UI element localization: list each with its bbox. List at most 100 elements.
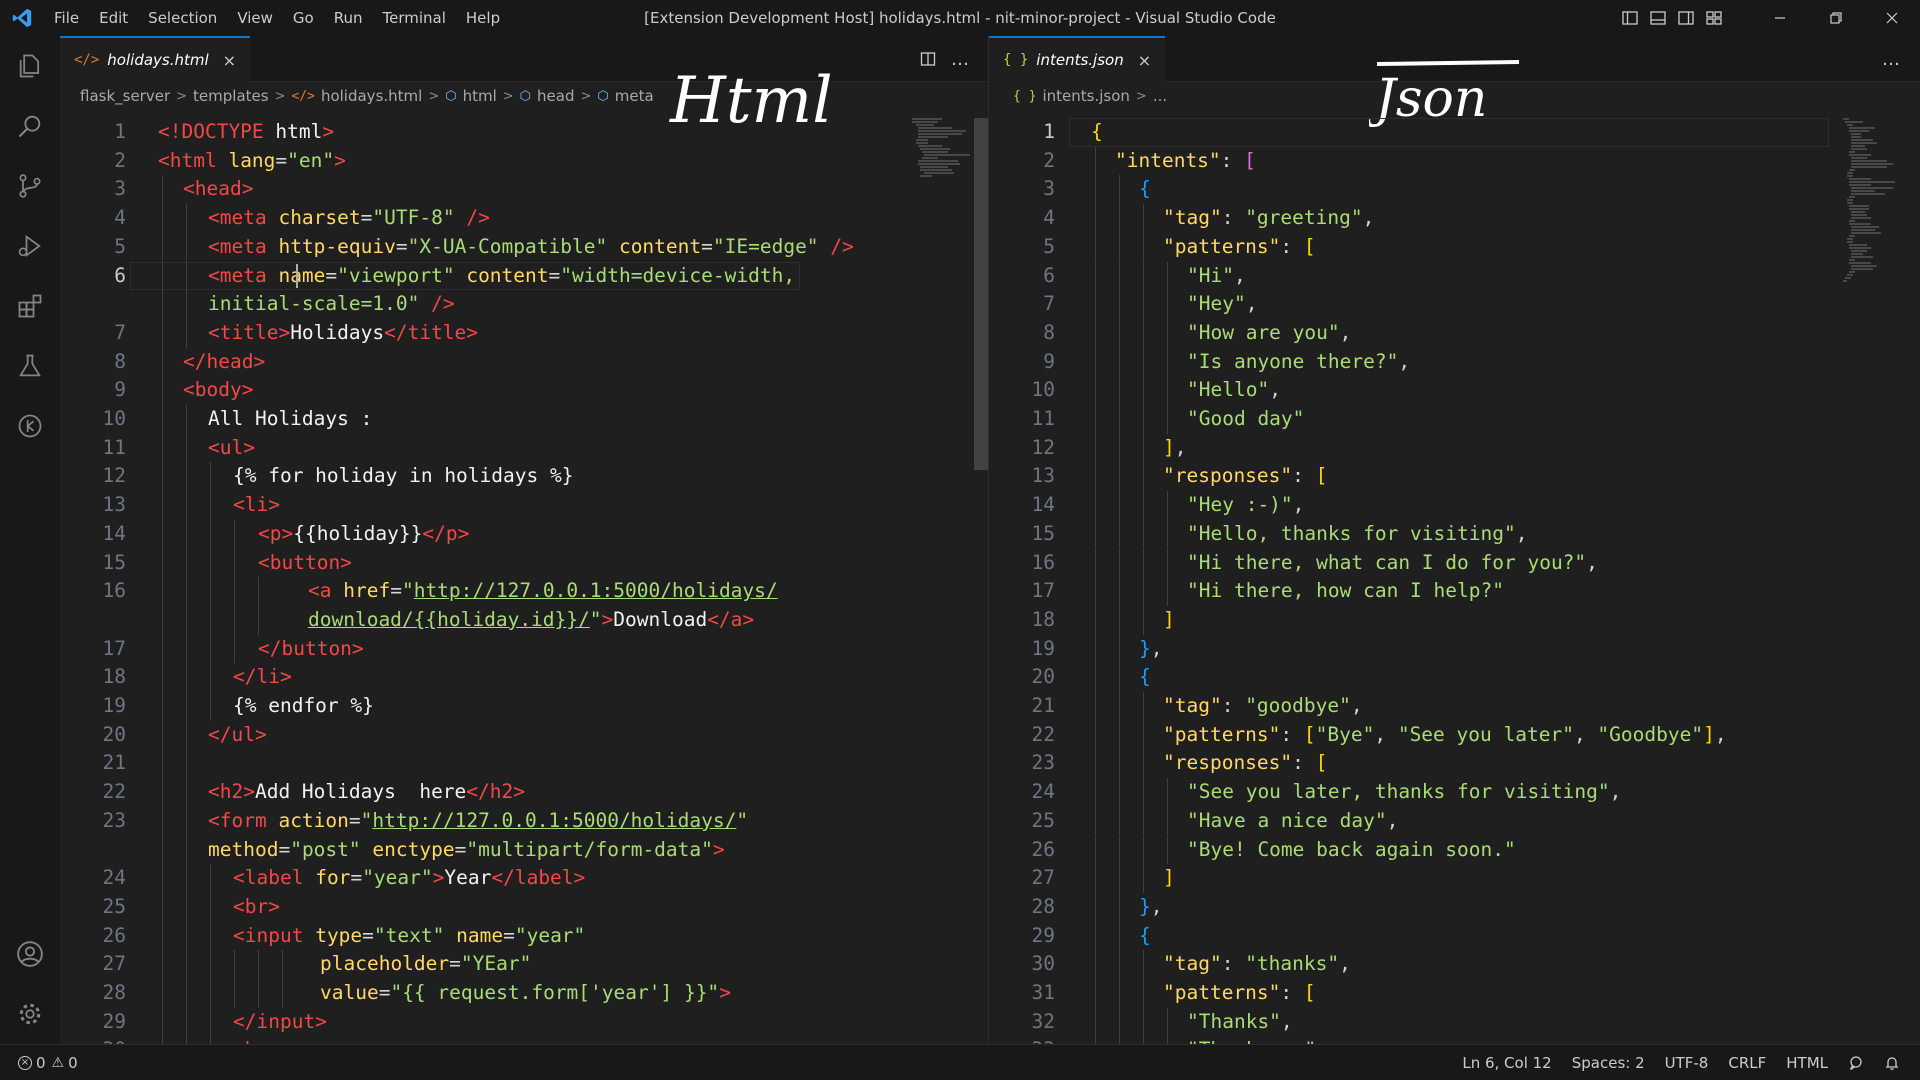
title-bar: File Edit Selection View Go Run Terminal… xyxy=(0,0,1920,36)
breadcrumb-folder[interactable]: templates xyxy=(193,87,269,105)
symbol-element-icon: ⬡ xyxy=(445,88,457,104)
breadcrumb-file-label: intents.json xyxy=(1042,87,1130,105)
cursor-position[interactable]: Ln 6, Col 12 xyxy=(1452,1045,1561,1080)
menu-selection[interactable]: Selection xyxy=(138,0,227,36)
code-line: 30<br> xyxy=(60,1036,988,1044)
code-line: 17 </button> xyxy=(60,634,988,664)
toggle-panel-icon[interactable] xyxy=(1644,0,1672,36)
accounts-icon[interactable] xyxy=(0,924,60,984)
code-line: 10 All Holidays : xyxy=(60,405,988,434)
run-debug-icon[interactable] xyxy=(0,216,60,276)
breadcrumb-symbol[interactable]: ⬡ head xyxy=(520,87,575,105)
code-line: 20 </ul> xyxy=(60,720,988,750)
window-title: [Extension Development Host] holidays.ht… xyxy=(644,9,1276,27)
code-line: 26 <input type="text" name="year" xyxy=(60,921,988,951)
editor-group-json: { } intents.json × … { } intents.json > .… xyxy=(988,36,1920,1044)
remote-icon[interactable] xyxy=(0,396,60,456)
code-line: 11 <ul> xyxy=(60,433,988,463)
menu-bar: File Edit Selection View Go Run Terminal… xyxy=(44,0,510,36)
code-line: download/{{holiday.id}}/">Download</a> xyxy=(60,605,988,635)
minimap[interactable] xyxy=(1843,118,1899,283)
toggle-primary-sidebar-icon[interactable] xyxy=(1616,0,1644,36)
menu-run[interactable]: Run xyxy=(324,0,373,36)
minimize-icon[interactable] xyxy=(1752,0,1808,36)
breadcrumb-symbol-label: head xyxy=(537,87,575,105)
search-icon[interactable] xyxy=(0,96,60,156)
json-file-icon: { } xyxy=(1013,88,1037,104)
breadcrumb-symbol[interactable]: ⬡ html xyxy=(445,87,497,105)
customize-layout-icon[interactable] xyxy=(1700,0,1728,36)
encoding[interactable]: UTF-8 xyxy=(1655,1045,1719,1080)
notifications-bell-icon[interactable] xyxy=(1874,1045,1910,1080)
code-line: 16 <a href="http://127.0.0.1:5000/holiday… xyxy=(60,577,988,606)
breadcrumb-folder[interactable]: flask_server xyxy=(80,87,170,105)
chevron-right-icon: > xyxy=(274,88,286,104)
tab-label: holidays.html xyxy=(107,51,209,69)
code-line: 9 <body> xyxy=(60,376,988,405)
more-actions-icon[interactable]: … xyxy=(944,36,976,82)
error-count: 0 xyxy=(36,1054,46,1072)
code-line: 8 </head> xyxy=(60,347,988,377)
more-actions-icon[interactable]: … xyxy=(1875,36,1907,82)
explorer-icon[interactable] xyxy=(0,36,60,96)
close-tab-icon[interactable]: × xyxy=(223,51,236,70)
breadcrumb-symbol-label: html xyxy=(462,87,497,105)
code-line: 25 <br> xyxy=(60,892,988,922)
vscode-logo-icon xyxy=(0,0,44,36)
breadcrumb-file[interactable]: { } intents.json xyxy=(1013,87,1130,105)
end-of-line[interactable]: CRLF xyxy=(1718,1045,1776,1080)
code-line: 13 <li> xyxy=(60,491,988,520)
activity-bar xyxy=(0,36,60,1044)
editor-group-html: </> holidays.html × … flask_server > tem… xyxy=(60,36,988,1044)
breadcrumb-file[interactable]: </> holidays.html xyxy=(291,87,422,105)
code-line: 5 <meta http-equiv="X-UA-Compatible" cont… xyxy=(60,232,988,262)
menu-go[interactable]: Go xyxy=(283,0,324,36)
testing-icon[interactable] xyxy=(0,336,60,396)
code-line: 4 <meta charset="UTF-8" /> xyxy=(60,204,988,233)
menu-edit[interactable]: Edit xyxy=(89,0,138,36)
indentation[interactable]: Spaces: 2 xyxy=(1562,1045,1655,1080)
close-tab-icon[interactable]: × xyxy=(1138,51,1151,70)
html-file-icon: </> xyxy=(74,52,100,68)
code-line: 7 <title>Holidays</title> xyxy=(60,318,988,348)
close-window-icon[interactable] xyxy=(1864,0,1920,36)
breadcrumb-symbol[interactable]: ... xyxy=(1153,87,1167,105)
vertical-scrollbar[interactable] xyxy=(974,118,988,470)
code-line: 14 <p>{{holiday}}</p> xyxy=(60,519,988,549)
tab-holidays-html[interactable]: </> holidays.html × xyxy=(60,36,251,82)
breadcrumb-symbol-label: meta xyxy=(614,87,654,105)
toggle-secondary-sidebar-icon[interactable] xyxy=(1672,0,1700,36)
code-line: 12 {% for holiday in holidays %} xyxy=(60,462,988,492)
code-line: 2 <html lang="en"> xyxy=(114,148,346,172)
menu-file[interactable]: File xyxy=(44,0,89,36)
minimap[interactable] xyxy=(912,118,970,178)
source-control-icon[interactable] xyxy=(0,156,60,216)
status-bar: × 0 ⚠ 0 Ln 6, Col 12 Spaces: 2 UTF-8 CRL… xyxy=(0,1044,1920,1080)
code-line: 28 value="{{ request.form['year'] }}"> xyxy=(60,979,988,1008)
feedback-icon[interactable] xyxy=(1838,1045,1874,1080)
menu-terminal[interactable]: Terminal xyxy=(373,0,456,36)
chevron-right-icon: > xyxy=(176,88,188,104)
breadcrumb-symbol[interactable]: ⬡ meta xyxy=(597,87,653,105)
symbol-element-icon: ⬡ xyxy=(519,88,532,104)
problems-indicator[interactable]: × 0 ⚠ 0 xyxy=(18,1045,88,1080)
breadcrumb: { } intents.json > ... xyxy=(1013,82,1167,110)
code-line: 29 </input> xyxy=(60,1007,988,1037)
settings-gear-icon[interactable] xyxy=(0,984,60,1044)
menu-view[interactable]: View xyxy=(227,0,283,36)
extensions-icon[interactable] xyxy=(0,276,60,336)
menu-help[interactable]: Help xyxy=(456,0,510,36)
code-line: 6 <meta name="viewport" content="width=de… xyxy=(60,261,988,291)
code-line: 15 <button> xyxy=(60,548,988,578)
json-file-icon: { } xyxy=(1003,52,1029,68)
error-icon: × xyxy=(18,1056,32,1070)
chevron-right-icon: > xyxy=(502,88,514,104)
chevron-right-icon: > xyxy=(580,88,592,104)
code-line: 23 <form action="http://127.0.0.1:5000/ho… xyxy=(60,806,988,836)
code-line: 24 <label for="year">Year</label> xyxy=(60,864,988,893)
restore-icon[interactable] xyxy=(1808,0,1864,36)
code-line: 19 {% endfor %} xyxy=(60,692,988,721)
language-mode[interactable]: HTML xyxy=(1776,1045,1838,1080)
breadcrumb-file-label: holidays.html xyxy=(320,87,423,105)
tab-intents-json[interactable]: { } intents.json × xyxy=(989,36,1166,82)
